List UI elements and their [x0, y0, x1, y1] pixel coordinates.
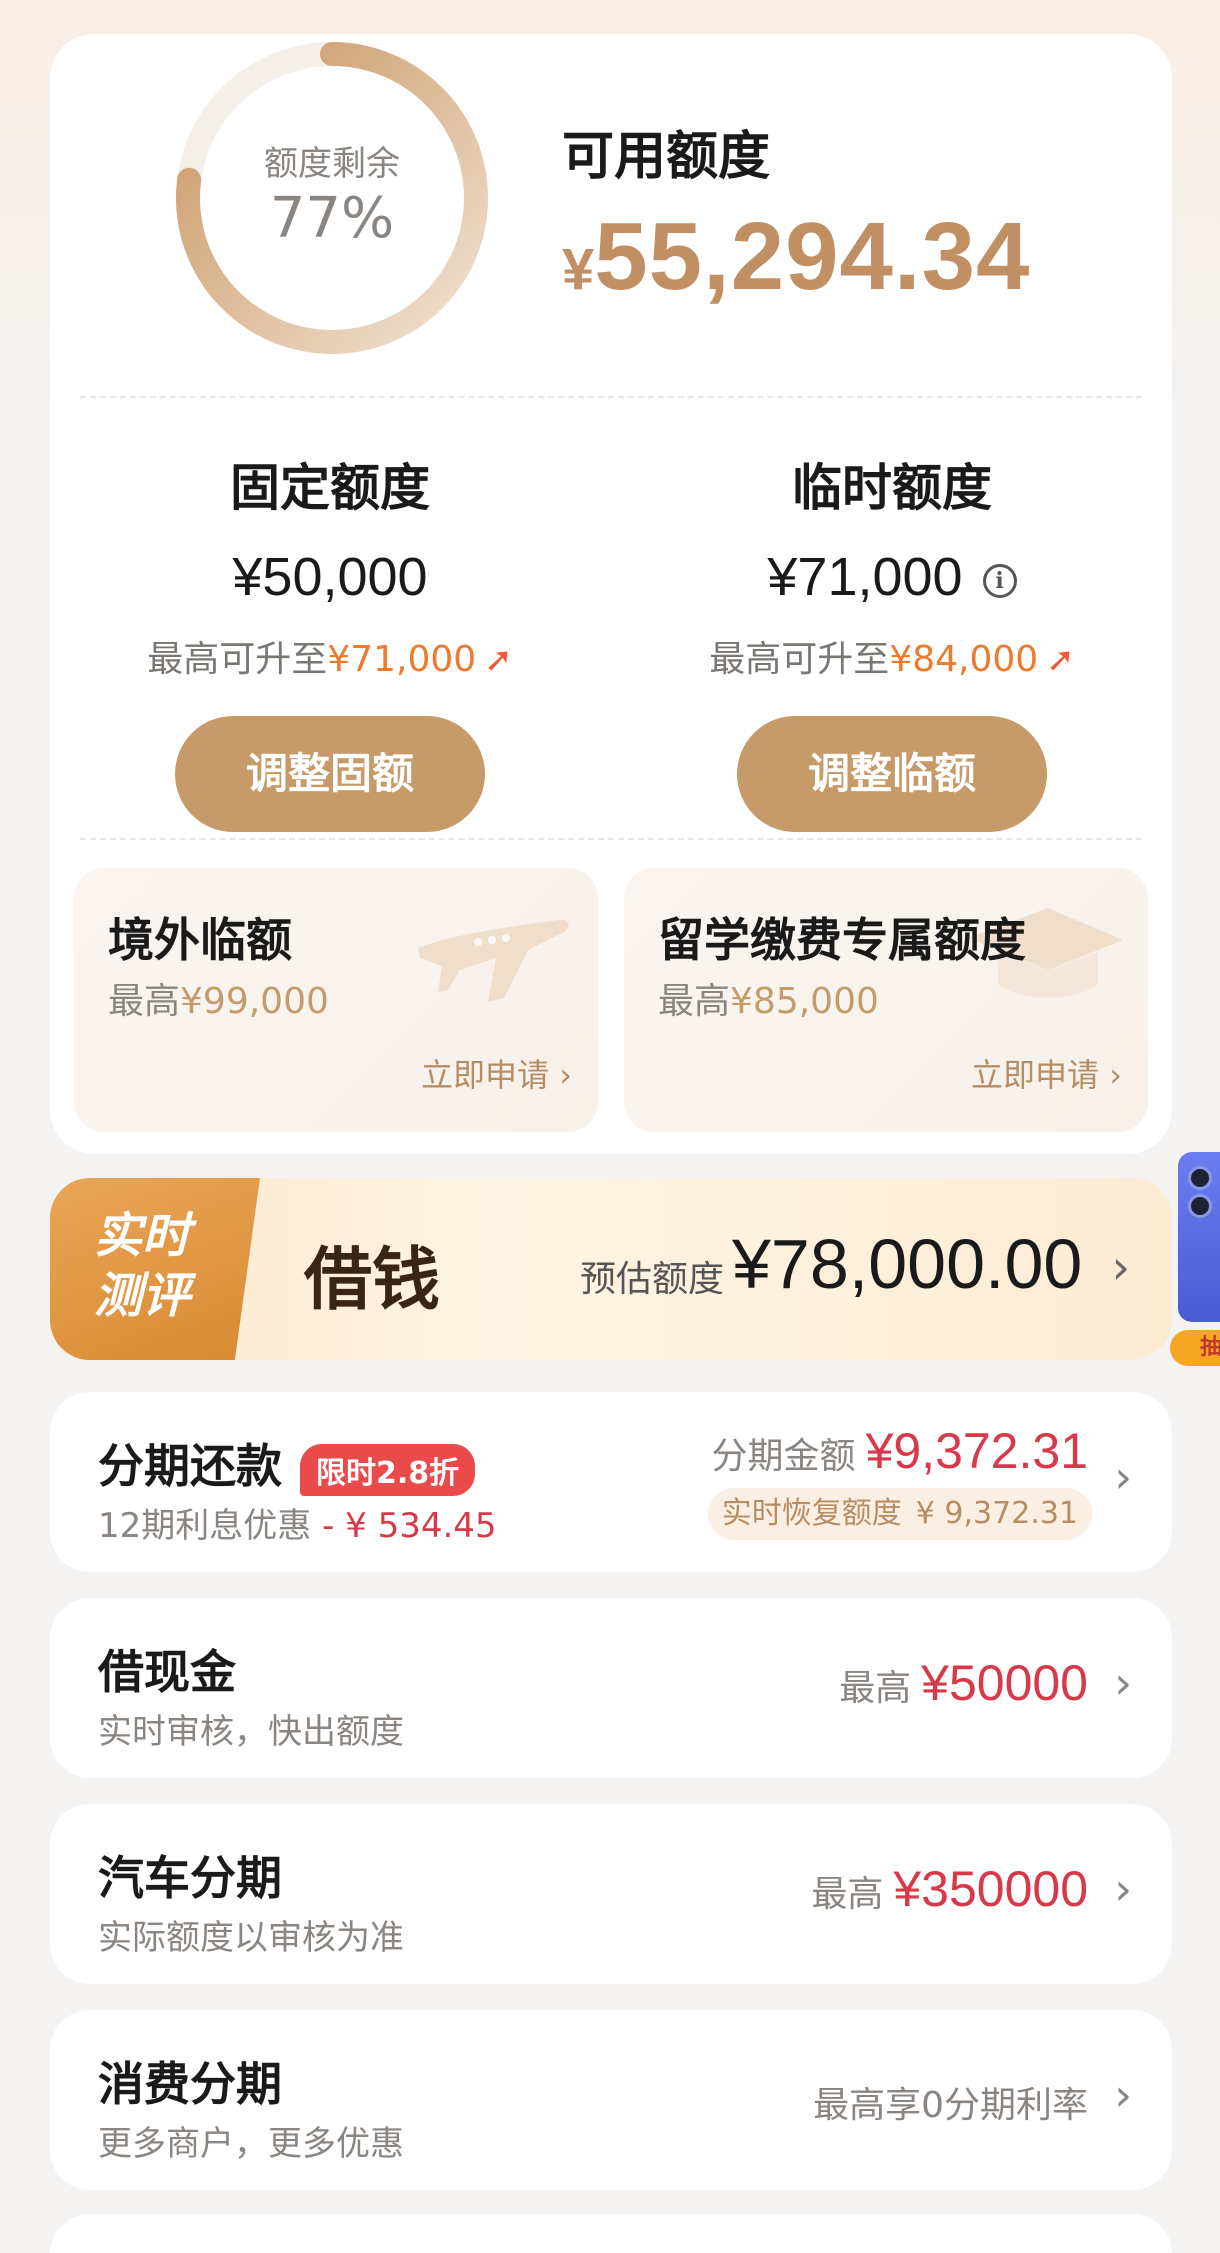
restore-amount: ¥ 9,372.31	[915, 1496, 1078, 1531]
installment-repayment-row[interactable]: 分期还款 限时2.8折 12期利息优惠 - ¥ 534.45 分期金额 ¥9,372…	[50, 1392, 1172, 1572]
max-label: 最高	[839, 1668, 912, 1709]
installment-title-row: 分期还款 限时2.8折	[98, 1430, 476, 1496]
max-amount: ¥85,000	[730, 981, 879, 1022]
camera-lens-icon	[1188, 1166, 1212, 1190]
available-limit-amount: ¥55,294.34	[562, 202, 1030, 312]
restore-label: 实时恢复额度	[721, 1496, 902, 1531]
camera-lens-icon	[1188, 1194, 1212, 1218]
ring-percent: 77%	[269, 186, 395, 251]
credit-limit-card: 额度剩余 77% 可用额度 ¥55,294.34 固定额度 ¥50,000 最高…	[50, 34, 1172, 1154]
upgrade-prefix: 最高可升至	[147, 639, 328, 680]
chevron-right-icon: ›	[1114, 1452, 1132, 1503]
max-amount: ¥50000	[921, 1655, 1088, 1711]
overseas-limit-title: 境外临额	[108, 913, 292, 967]
consumer-installment-row[interactable]: 消费分期 更多商户，更多优惠 最高享0分期利率 ›	[50, 2010, 1172, 2190]
overseas-limit-card[interactable]: 境外临额 最高¥99,000 立即申请 ›	[74, 868, 598, 1132]
auto-loan-max: 最高 ¥350000	[811, 1860, 1088, 1918]
fixed-limit-section: 固定额度 ¥50,000 最高可升至¥71,000 ➚ 调整固额	[50, 448, 610, 832]
max-label: 最高	[811, 1874, 884, 1915]
tag-line-1: 实时	[94, 1208, 191, 1264]
temporary-limit-upgrade: 最高可升至¥84,000 ➚	[612, 630, 1172, 682]
max-amount: ¥350000	[893, 1861, 1088, 1917]
divider	[80, 838, 1142, 840]
apply-now-link[interactable]: 立即申请 ›	[971, 1050, 1122, 1096]
upgrade-amount: ¥71,000	[327, 639, 477, 680]
borrow-title: 借钱	[304, 1240, 441, 1320]
temporary-limit-title: 临时额度	[792, 459, 992, 517]
ring-label: 额度剩余	[264, 144, 400, 184]
apply-now-link[interactable]: 立即申请 ›	[421, 1050, 572, 1096]
floating-promo-tag[interactable]: 抽	[1170, 1330, 1220, 1366]
auto-loan-row[interactable]: 汽车分期 实际额度以审核为准 最高 ¥350000 ›	[50, 1804, 1172, 1984]
consumer-installment-title: 消费分期	[98, 2057, 282, 2111]
installment-subtitle: 12期利息优惠 - ¥ 534.45	[98, 1498, 497, 1547]
auto-loan-title: 汽车分期	[98, 1851, 282, 1905]
temporary-limit-value: ¥71,000	[767, 547, 963, 607]
cash-loan-row[interactable]: 借现金 实时审核，快出额度 最高 ¥50000 ›	[50, 1598, 1172, 1778]
temporary-limit-value-row: ¥71,000 i	[612, 546, 1172, 608]
next-row-card[interactable]	[50, 2214, 1172, 2253]
installment-title: 分期还款	[98, 1439, 282, 1493]
remaining-ring: 额度剩余 77%	[172, 38, 492, 358]
tag-line-2: 测评	[94, 1268, 191, 1324]
temporary-limit-section: 临时额度 ¥71,000 i 最高可升至¥84,000 ➚ 调整临额	[612, 448, 1172, 832]
chevron-right-icon: ›	[1111, 1240, 1130, 1294]
study-abroad-limit-title: 留学缴费专属额度	[658, 913, 1026, 967]
consumer-installment-offer: 最高享0分期利率	[813, 2085, 1088, 2126]
cash-loan-title: 借现金	[98, 1645, 236, 1699]
overseas-limit-max: 最高¥99,000	[108, 972, 329, 1024]
max-prefix: 最高	[658, 981, 731, 1022]
currency-symbol: ¥	[562, 237, 595, 302]
max-prefix: 最高	[108, 981, 181, 1022]
estimate-label: 预估额度	[580, 1259, 725, 1300]
interest-discount: - ¥ 534.45	[322, 1506, 497, 1546]
installment-amount-value: ¥9,372.31	[865, 1423, 1088, 1479]
cash-loan-max: 最高 ¥50000	[839, 1654, 1088, 1712]
fixed-limit-value: ¥50,000	[232, 547, 428, 607]
cash-loan-subtitle: 实时审核，快出额度	[98, 1712, 404, 1752]
chevron-right-icon: ›	[1114, 1658, 1132, 1709]
floating-promo-phone-icon[interactable]	[1178, 1152, 1220, 1322]
study-abroad-limit-max: 最高¥85,000	[658, 972, 879, 1024]
installment-amount: 分期金额 ¥9,372.31	[712, 1422, 1088, 1480]
interest-offer-label: 12期利息优惠	[98, 1506, 312, 1546]
available-limit-title: 可用额度	[562, 127, 771, 187]
estimate-amount: ¥78,000.00	[732, 1225, 1083, 1303]
borrow-banner[interactable]: 实时 测评 借钱 预估额度 ¥78,000.00 ›	[50, 1178, 1172, 1360]
study-abroad-limit-card[interactable]: 留学缴费专属额度 最高¥85,000 立即申请 ›	[624, 868, 1148, 1132]
chevron-right-icon: ›	[1114, 1864, 1132, 1915]
up-arrow-icon: ➚	[1046, 640, 1075, 680]
max-amount: ¥99,000	[180, 981, 329, 1022]
auto-loan-subtitle: 实际额度以审核为准	[98, 1918, 404, 1958]
chevron-right-icon: ›	[1114, 2070, 1132, 2121]
fixed-limit-title: 固定额度	[230, 459, 430, 517]
divider	[80, 396, 1142, 398]
fixed-limit-upgrade: 最高可升至¥71,000 ➚	[50, 630, 610, 682]
up-arrow-icon: ➚	[484, 640, 513, 680]
adjust-temporary-limit-button[interactable]: 调整临额	[737, 716, 1047, 832]
realtime-assessment-tag: 实时 测评	[50, 1178, 260, 1360]
consumer-installment-subtitle: 更多商户，更多优惠	[98, 2124, 404, 2164]
upgrade-amount: ¥84,000	[889, 639, 1039, 680]
adjust-fixed-limit-button[interactable]: 调整固额	[175, 716, 485, 832]
airplane-icon	[418, 919, 569, 1002]
upgrade-prefix: 最高可升至	[709, 639, 890, 680]
installment-amount-label: 分期金额	[711, 1436, 856, 1477]
discount-badge: 限时2.8折	[300, 1443, 476, 1496]
available-amount-value: 55,294.34	[594, 203, 1031, 310]
restore-limit-chip: 实时恢复额度 ¥ 9,372.31	[707, 1488, 1092, 1540]
info-icon[interactable]: i	[982, 563, 1017, 598]
